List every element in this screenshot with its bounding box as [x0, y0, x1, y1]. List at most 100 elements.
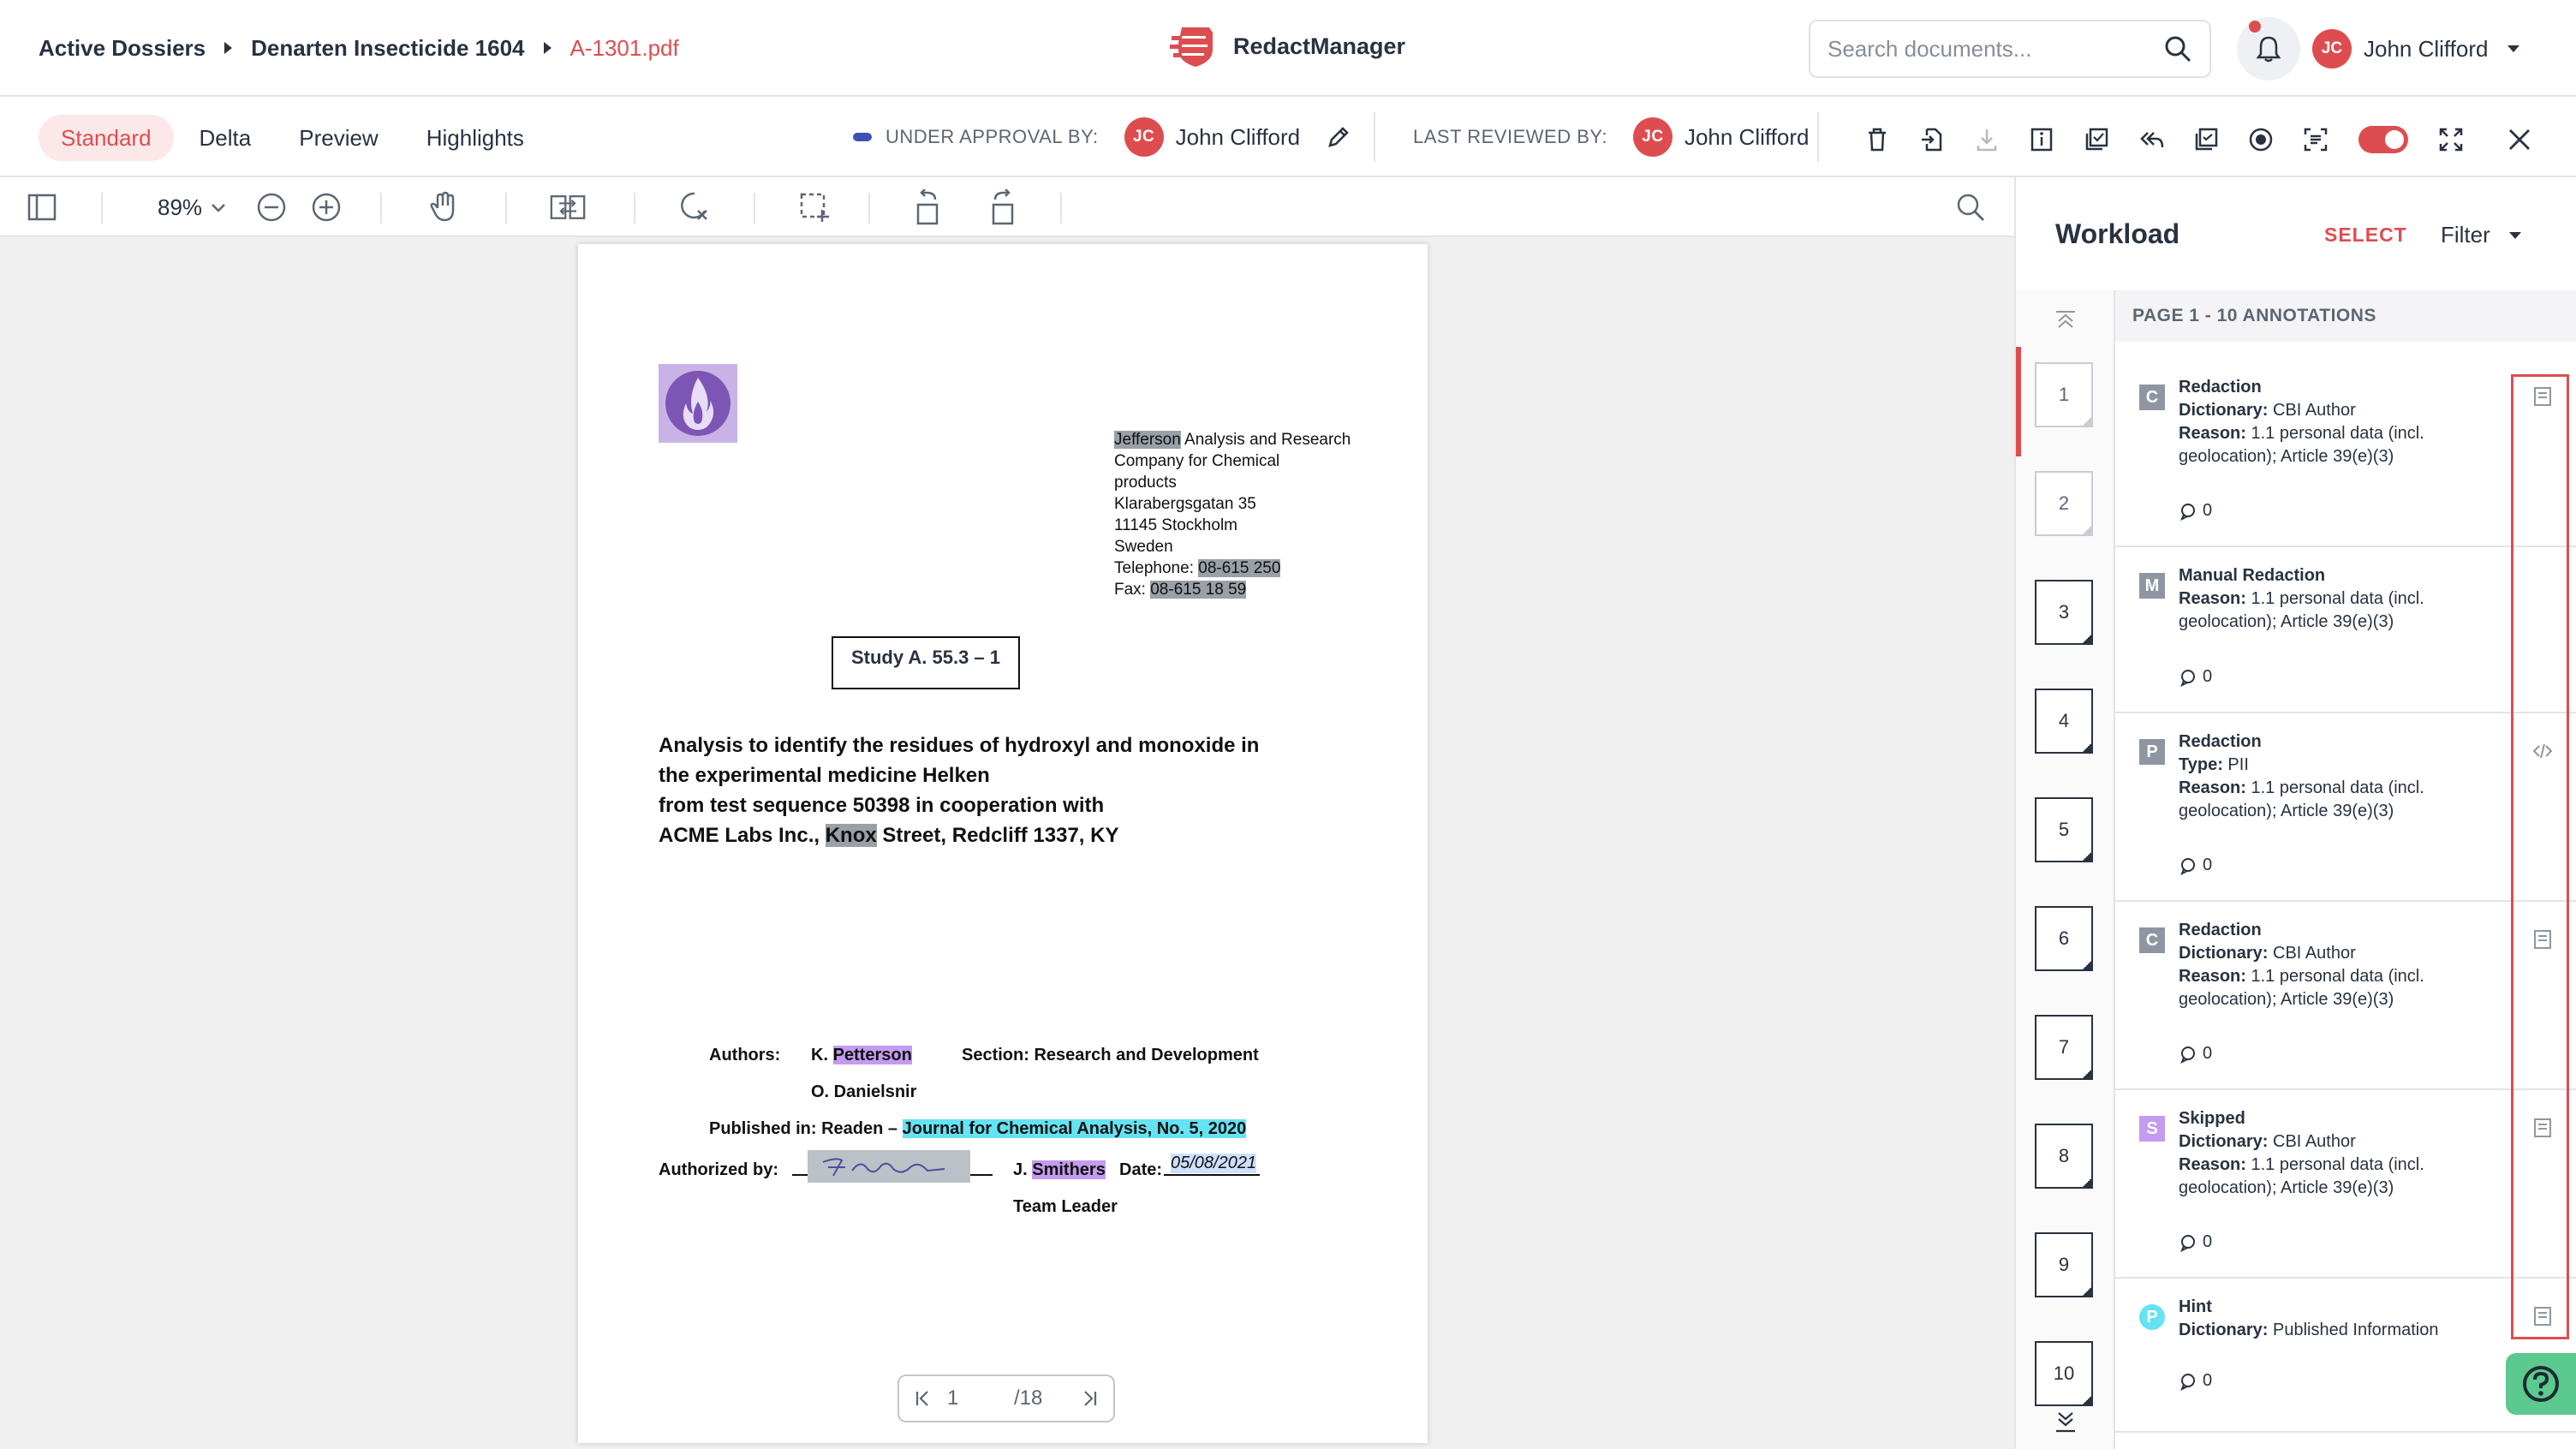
- rotate-right-button[interactable]: [983, 189, 1019, 225]
- first-page-icon[interactable]: [915, 1389, 932, 1408]
- breadcrumb-arrow-icon: [224, 42, 233, 54]
- highlight-author-1[interactable]: Petterson: [832, 1046, 912, 1064]
- annotation-item[interactable]: S Skipped Dictionary: CBI Author Reason:…: [2115, 1090, 2576, 1279]
- comment-icon: [2180, 1234, 2195, 1252]
- document-viewer[interactable]: Jefferson Analysis and Research Company …: [0, 237, 2014, 1449]
- undo-all-button[interactable]: [2124, 116, 2179, 164]
- fullscreen-button[interactable]: [2424, 116, 2478, 164]
- close-button[interactable]: [2492, 116, 2547, 164]
- approve-button[interactable]: [2179, 116, 2233, 164]
- approve-doc-icon: [2195, 128, 2218, 151]
- page-thumb-8[interactable]: 8: [2035, 1124, 2093, 1189]
- breadcrumb-dossiers[interactable]: Active Dossiers: [39, 35, 206, 62]
- pdf-page[interactable]: Jefferson Analysis and Research Company …: [578, 244, 1428, 1443]
- redacted-telephone[interactable]: 08-615 250: [1198, 559, 1281, 577]
- annotation-item[interactable]: C Redaction Dictionary: CBI Author Reaso…: [2115, 902, 2576, 1090]
- scroll-bottom-icon[interactable]: [2054, 1410, 2078, 1434]
- comment-icon: [2180, 1046, 2195, 1064]
- approver-name[interactable]: John Clifford: [1176, 124, 1301, 151]
- comments-count[interactable]: 0: [2179, 667, 2212, 687]
- ocr-button[interactable]: [2288, 116, 2343, 164]
- flame-logo-icon: [665, 371, 730, 436]
- reply-all-icon: [2140, 132, 2164, 148]
- comments-count[interactable]: 0: [2179, 1044, 2212, 1064]
- annotation-type-badge: P: [2139, 739, 2165, 765]
- scroll-top-icon[interactable]: [2054, 309, 2078, 330]
- role-text: Team Leader: [1013, 1197, 1118, 1216]
- highlight-journal[interactable]: Journal for Chemical Analysis, No. 5, 20…: [902, 1119, 1247, 1138]
- signer: J. Smithers: [1013, 1160, 1106, 1180]
- breadcrumb-dossier[interactable]: Denarten Insecticide 1604: [251, 35, 524, 62]
- redacted-street[interactable]: Knox: [825, 824, 877, 847]
- redacted-signature[interactable]: [808, 1150, 970, 1183]
- title-line: the experimental medicine Helken: [659, 764, 990, 787]
- page-thumb-1[interactable]: 1: [2035, 362, 2093, 427]
- avatar: JC: [2312, 29, 2352, 69]
- tab-highlights[interactable]: Highlights: [404, 115, 546, 161]
- comments-count[interactable]: 0: [2179, 1371, 2212, 1391]
- remove-annotation-button[interactable]: [677, 189, 713, 225]
- annotation-key: Reason:: [2179, 424, 2246, 443]
- stack-icon: [2085, 128, 2108, 151]
- page-thumb-10[interactable]: 10: [2035, 1341, 2093, 1406]
- tab-delta[interactable]: Delta: [177, 115, 274, 161]
- page-thumb-6[interactable]: 6: [2035, 906, 2093, 971]
- pan-tool-button[interactable]: [426, 189, 462, 225]
- download-button[interactable]: [1959, 116, 2014, 164]
- comments-count[interactable]: 0: [2179, 1232, 2212, 1252]
- trash-icon: [1869, 128, 1886, 152]
- assign-button[interactable]: [1905, 116, 1959, 164]
- last-page-icon[interactable]: [1081, 1389, 1098, 1408]
- handwritten-date[interactable]: 05/08/2021: [1171, 1154, 1257, 1173]
- record-button[interactable]: [2233, 116, 2288, 164]
- chevron-down-icon: [212, 203, 225, 212]
- breadcrumb-file[interactable]: A-1301.pdf: [570, 35, 679, 62]
- redacted-company[interactable]: Jefferson: [1114, 431, 1181, 449]
- page-thumb-4[interactable]: 4: [2035, 689, 2093, 754]
- search-input[interactable]: [1828, 35, 2144, 63]
- rotate-right-icon: [992, 189, 1014, 225]
- search-box[interactable]: [1809, 20, 2211, 78]
- select-button[interactable]: SELECT: [2324, 224, 2407, 247]
- area-select-button[interactable]: [796, 189, 832, 225]
- comments-number: 0: [2203, 1044, 2213, 1063]
- selection-box-icon: [800, 193, 829, 222]
- current-page-input[interactable]: 1: [947, 1386, 1007, 1410]
- page-thumb-3[interactable]: 3: [2035, 580, 2093, 645]
- comments-count[interactable]: 0: [2179, 856, 2212, 875]
- breadcrumb: Active Dossiers Denarten Insecticide 160…: [39, 31, 679, 65]
- zoom-out-button[interactable]: [253, 189, 289, 225]
- annotation-item[interactable]: P Redaction Type: PII Reason: 1.1 person…: [2115, 713, 2576, 902]
- app-brand[interactable]: RedactManager: [1170, 24, 1405, 69]
- redacted-fax[interactable]: 08-615 18 59: [1150, 581, 1247, 599]
- tab-standard[interactable]: Standard: [39, 115, 174, 161]
- annotation-item[interactable]: C Redaction Dictionary: CBI Author Reaso…: [2115, 359, 2576, 547]
- notifications-button[interactable]: [2237, 17, 2300, 80]
- info-button[interactable]: [2014, 116, 2069, 164]
- user-menu[interactable]: JC John Clifford: [2312, 29, 2519, 69]
- delete-button[interactable]: [1850, 116, 1905, 164]
- rotate-left-button[interactable]: [911, 189, 947, 225]
- compare-button[interactable]: [550, 189, 586, 225]
- authors-label: Authors:: [709, 1046, 781, 1064]
- divider: [868, 193, 870, 224]
- help-button[interactable]: [2506, 1353, 2576, 1415]
- page-thumb-2[interactable]: 2: [2035, 471, 2093, 536]
- copy-button[interactable]: [2069, 116, 2124, 164]
- tab-preview[interactable]: Preview: [277, 115, 400, 161]
- highlight-signer[interactable]: Smithers: [1032, 1160, 1106, 1179]
- page-thumb-9[interactable]: 9: [2035, 1232, 2093, 1297]
- document-search-button[interactable]: [1953, 189, 1989, 225]
- highlight-toggle[interactable]: [2358, 126, 2408, 153]
- toggle-sidebar-button[interactable]: [24, 189, 60, 225]
- page-thumb-7[interactable]: 7: [2035, 1015, 2093, 1080]
- zoom-in-button[interactable]: [308, 189, 344, 225]
- annotation-item[interactable]: M Manual Redaction Reason: 1.1 personal …: [2115, 547, 2576, 713]
- zoom-select[interactable]: 89%: [158, 194, 226, 221]
- filter-dropdown[interactable]: Filter: [2441, 222, 2521, 248]
- edit-pencil-icon[interactable]: [1326, 124, 1351, 150]
- search-icon[interactable]: [2163, 34, 2192, 63]
- annotation-type-badge: M: [2139, 573, 2165, 599]
- page-thumb-5[interactable]: 5: [2035, 797, 2093, 862]
- comments-count[interactable]: 0: [2179, 501, 2212, 521]
